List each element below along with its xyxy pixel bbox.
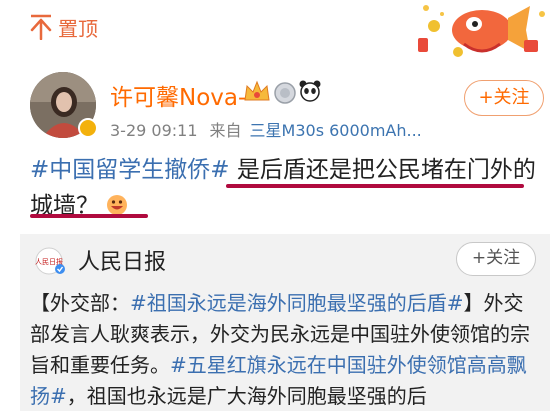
medal-icon: [274, 82, 296, 104]
highlight-underline-1: [226, 184, 524, 188]
post-topic-link[interactable]: #中国留学生撤侨#: [30, 157, 230, 183]
post-device[interactable]: 三星M30s 6000mAh...: [250, 121, 422, 140]
pinned-header: 置顶: [0, 0, 552, 60]
repost-text-2: ，祖国也永远是广大海外同胞最坚强的后: [66, 384, 427, 408]
panda-icon: [299, 80, 321, 102]
source-logo-icon: 人民日报: [35, 247, 65, 275]
highlight-underline-2: [30, 214, 148, 218]
festive-fish-decoration-icon: [408, 0, 550, 60]
repost-prefix: 【外交部：: [30, 291, 130, 315]
laugh-emoji-icon: [107, 195, 128, 215]
user-badges: [244, 80, 321, 104]
pin-top-icon: [30, 14, 52, 40]
post-text-line1: 是后盾还是把公民堵在门外的: [236, 157, 536, 183]
follow-button[interactable]: +关注: [464, 80, 544, 116]
post-date: 3-29 09:11: [110, 121, 198, 140]
vip-crown-icon: [244, 80, 270, 101]
repost-source-name[interactable]: 人民日报: [78, 244, 166, 276]
repost-follow-button[interactable]: +关注: [456, 242, 536, 276]
from-label: 来自: [209, 121, 242, 140]
pinned-label: 置顶: [58, 17, 98, 41]
post-meta: 3-29 09:11 来自 三星M30s 6000mAh...: [110, 117, 422, 141]
verified-badge-icon: [78, 118, 98, 138]
author-name[interactable]: 许可馨Nova-: [110, 78, 246, 112]
repost-topic-1[interactable]: #祖国永远是海外同胞最坚强的后盾#: [130, 291, 464, 315]
repost-body: 【外交部：#祖国永远是海外同胞最坚强的后盾#】外交部发言人耿爽表示，外交为民永远…: [30, 288, 542, 411]
